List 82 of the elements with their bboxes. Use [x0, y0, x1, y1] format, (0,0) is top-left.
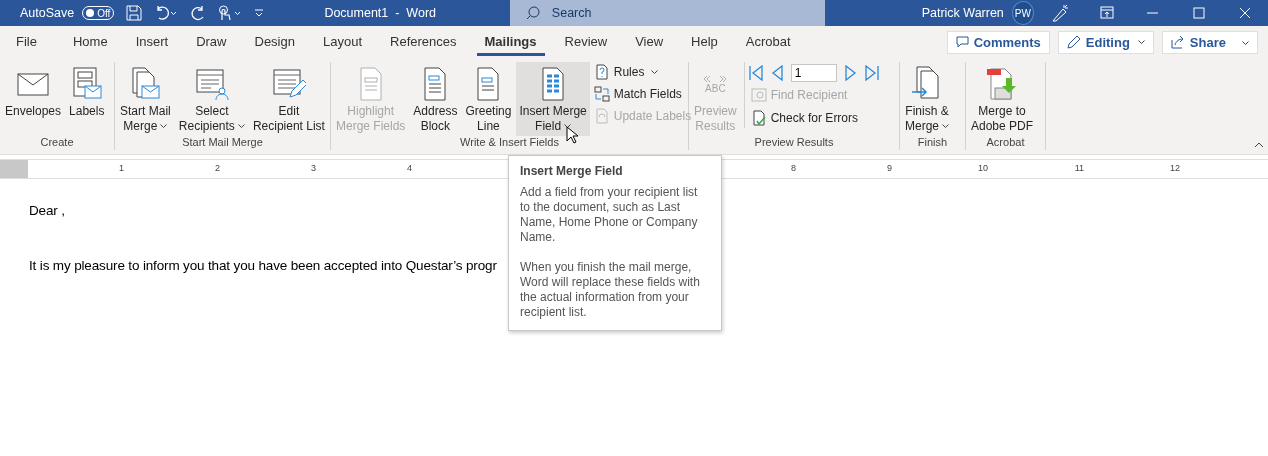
ruler-number: 8 — [790, 162, 796, 175]
ribbon-button[interactable]: Match Fields — [591, 84, 694, 104]
group-label: Create — [39, 136, 75, 150]
ribbon-button[interactable]: Finish & Merge — [902, 62, 952, 136]
customize-icon[interactable] — [254, 8, 265, 18]
magic-wand-icon[interactable] — [1050, 4, 1070, 22]
labels-icon — [70, 67, 103, 101]
ribbon-tab[interactable]: Review — [556, 28, 616, 56]
document-check-icon — [750, 110, 767, 126]
ruler-number: 4 — [406, 162, 412, 175]
ribbon-button[interactable]: Edit Recipient List — [249, 62, 328, 136]
ribbon-tab[interactable]: Layout — [314, 28, 370, 56]
table-person-icon — [194, 67, 229, 101]
group-label: Acrobat — [985, 136, 1026, 150]
ruler-number: 1 — [118, 162, 124, 175]
ribbon-button[interactable]: Address Block — [410, 62, 461, 136]
undo-icon[interactable] — [154, 5, 179, 21]
ribbon-button[interactable]: Merge to Adobe PDF — [968, 62, 1037, 136]
first-record-icon[interactable] — [748, 65, 763, 81]
share-button[interactable]: Share — [1161, 30, 1258, 54]
ribbon-button[interactable]: Check for Errors — [748, 108, 879, 128]
ribbon-tab[interactable]: Insert — [127, 28, 177, 56]
document-paragraph: Dear , — [29, 203, 65, 218]
share-icon — [1170, 35, 1185, 49]
ribbon-tab[interactable]: Acrobat — [737, 28, 799, 56]
ribbon-tab[interactable]: Design — [246, 28, 303, 56]
ribbon-tab[interactable]: Draw — [188, 28, 235, 56]
ruler-number: 9 — [886, 162, 892, 175]
find-document-icon — [750, 87, 767, 103]
envelope-icon — [17, 71, 49, 97]
autosave-label: AutoSave — [20, 6, 75, 20]
tooltip-title: Insert Merge Field — [520, 164, 624, 179]
ribbon-button[interactable]: Insert Merge Field — [516, 62, 590, 136]
group-label: Finish — [916, 136, 949, 150]
ribbon-button[interactable]: Greeting Line — [462, 62, 515, 136]
tooltip-text: When you finish the mail merge, Word will replace these fields with the actual information from your recipient list. — [520, 260, 701, 320]
search-field[interactable]: Search — [509, 0, 825, 26]
search-icon — [525, 6, 540, 20]
next-record-icon[interactable] — [844, 65, 857, 81]
caret-icon — [1137, 39, 1145, 45]
touch-mode-icon[interactable] — [218, 5, 243, 21]
swap-fields-icon — [593, 86, 610, 102]
ruler-number: 12 — [1169, 162, 1180, 175]
previous-record-icon[interactable] — [770, 65, 783, 81]
comments-button[interactable]: Comments — [946, 30, 1050, 54]
table-pencil-icon — [271, 67, 306, 101]
ruler-number: 3 — [310, 162, 316, 175]
save-icon[interactable] — [126, 5, 143, 21]
user-name: Patrick Warren — [921, 6, 1004, 20]
group-label: Start Mail Merge — [181, 136, 264, 150]
question-document-icon — [593, 64, 610, 80]
group-label: Preview Results — [753, 136, 835, 150]
group-label: Write & Insert Fields — [459, 136, 560, 150]
record-number-field[interactable]: 1 — [790, 64, 837, 82]
ribbon-button[interactable]: Rules — [591, 62, 694, 82]
ribbon-button[interactable]: Envelopes — [2, 62, 65, 134]
ruler-number: 2 — [214, 162, 220, 175]
pencil-icon — [1066, 35, 1081, 49]
user-avatar[interactable]: PW — [1011, 1, 1034, 25]
document-paragraph: It is my pleasure to inform you that you have been accepted into Questar’s progr — [29, 258, 497, 273]
ribbon-tab[interactable]: Home — [64, 28, 116, 56]
ribbon-button[interactable]: Labels — [66, 62, 108, 134]
ribbon-button[interactable]: Start Mail Merge — [117, 62, 174, 136]
documents-envelope-icon — [129, 67, 162, 101]
refresh-document-icon — [593, 108, 610, 124]
ruler-margin — [0, 160, 28, 178]
ruler-number: 10 — [977, 162, 988, 175]
caret-icon — [1242, 40, 1249, 46]
ribbon-tab[interactable]: References — [382, 28, 465, 56]
tooltip-text: Add a field from your recipient list to the document, such as Last Name, Home Phone or Company Name. — [520, 185, 699, 245]
ribbon-tab[interactable]: File — [8, 28, 45, 56]
ruler-number: 11 — [1073, 162, 1084, 175]
mouse-pointer-icon — [566, 126, 578, 144]
ribbon-button[interactable]: Select Recipients — [175, 62, 248, 136]
ribbon-tab[interactable]: Help — [683, 28, 726, 56]
pdf-merge-icon — [985, 66, 1019, 102]
last-record-icon[interactable] — [864, 65, 879, 81]
comment-icon — [955, 36, 969, 48]
collapse-ribbon-icon[interactable] — [1254, 142, 1264, 148]
editing-button[interactable]: Editing — [1057, 30, 1154, 54]
ribbon-tab[interactable]: View — [627, 28, 672, 56]
window-title: Document1 - Word — [324, 6, 437, 20]
